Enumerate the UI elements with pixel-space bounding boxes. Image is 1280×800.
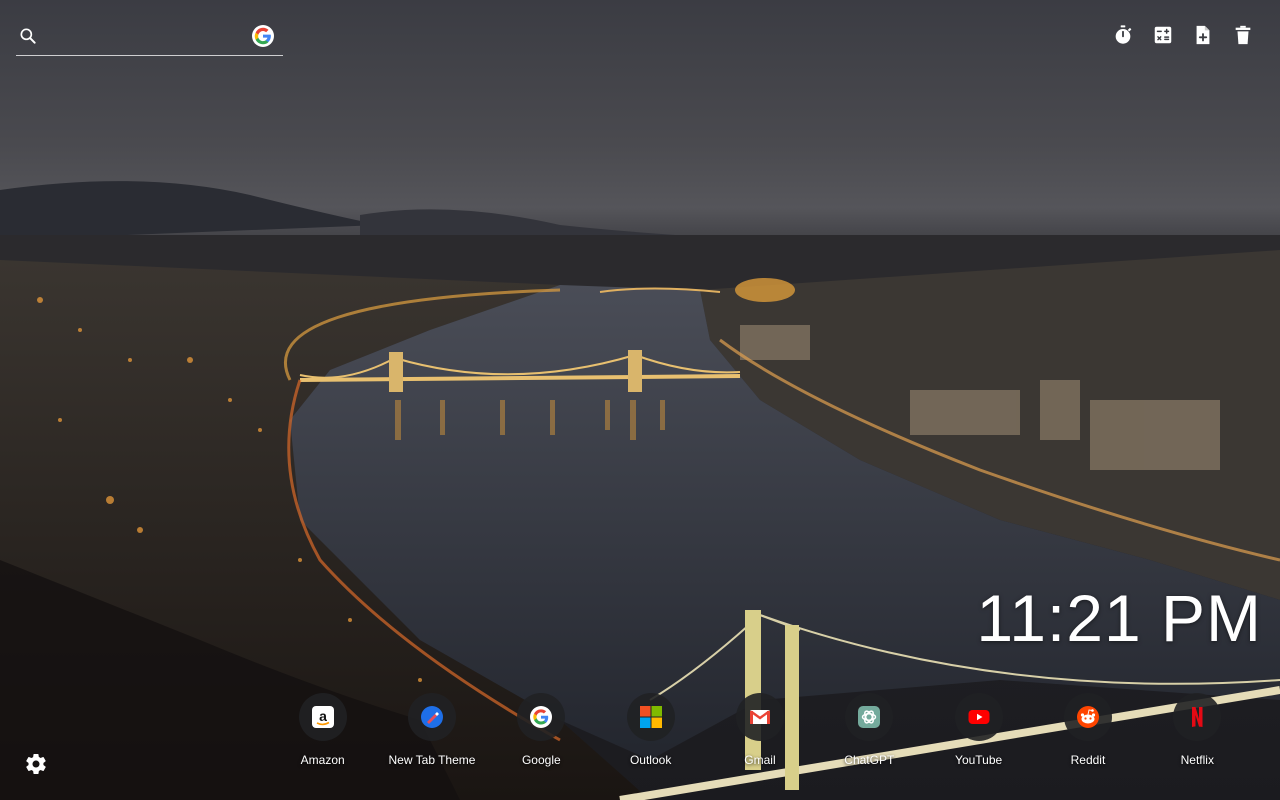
wallpaper: [0, 0, 1280, 800]
shortcut-amazon[interactable]: a Amazon: [268, 693, 377, 773]
microsoft-icon: [639, 706, 662, 728]
shortcut-google[interactable]: Google: [487, 693, 596, 773]
calculator-icon[interactable]: [1152, 24, 1174, 46]
top-toolbar: [1112, 24, 1254, 46]
shortcut-new-tab-theme[interactable]: New Tab Theme: [377, 693, 486, 773]
shortcut-label: YouTube: [955, 753, 1003, 767]
search-bar: [16, 20, 283, 56]
add-note-icon[interactable]: [1192, 24, 1214, 46]
shortcut-label: Reddit: [1070, 753, 1106, 767]
chatgpt-icon: [858, 706, 881, 728]
trash-icon[interactable]: [1232, 24, 1254, 46]
shortcut-outlook[interactable]: Outlook: [596, 693, 705, 773]
search-icon[interactable]: [18, 26, 38, 46]
shortcut-youtube[interactable]: YouTube: [924, 693, 1033, 773]
shortcut-label: Amazon: [300, 753, 345, 767]
shortcut-label: New Tab Theme: [388, 753, 476, 767]
shortcut-label: Netflix: [1180, 753, 1214, 767]
shortcut-label: Gmail: [744, 753, 776, 767]
gear-icon[interactable]: [24, 752, 48, 776]
gmail-icon: [749, 710, 770, 724]
stopwatch-icon[interactable]: [1112, 24, 1134, 46]
clock-time: 11:21 PM: [976, 581, 1262, 655]
search-input[interactable]: [48, 24, 248, 50]
youtube-icon: [968, 710, 990, 724]
google-icon: [530, 706, 553, 728]
reddit-icon: [1076, 706, 1099, 728]
google-g-icon[interactable]: [252, 25, 274, 47]
shortcut-label: Outlook: [629, 753, 672, 767]
shortcut-reddit[interactable]: Reddit: [1033, 693, 1142, 773]
amazon-icon: a: [311, 706, 334, 728]
shortcut-gmail[interactable]: Gmail: [705, 693, 814, 773]
shortcut-netflix[interactable]: Netflix: [1143, 693, 1252, 773]
svg-text:a: a: [319, 708, 327, 724]
shortcut-label: ChatGPT: [844, 753, 895, 767]
shortcuts-bar: a Amazon New Tab Theme Google Outlook Gm…: [268, 693, 1252, 773]
netflix-icon: [1192, 707, 1203, 727]
shortcut-chatgpt[interactable]: ChatGPT: [815, 693, 924, 773]
shortcut-label: Google: [521, 753, 561, 767]
new-tab-theme-icon: [420, 706, 443, 728]
city-night-wallpaper: [0, 181, 1280, 800]
